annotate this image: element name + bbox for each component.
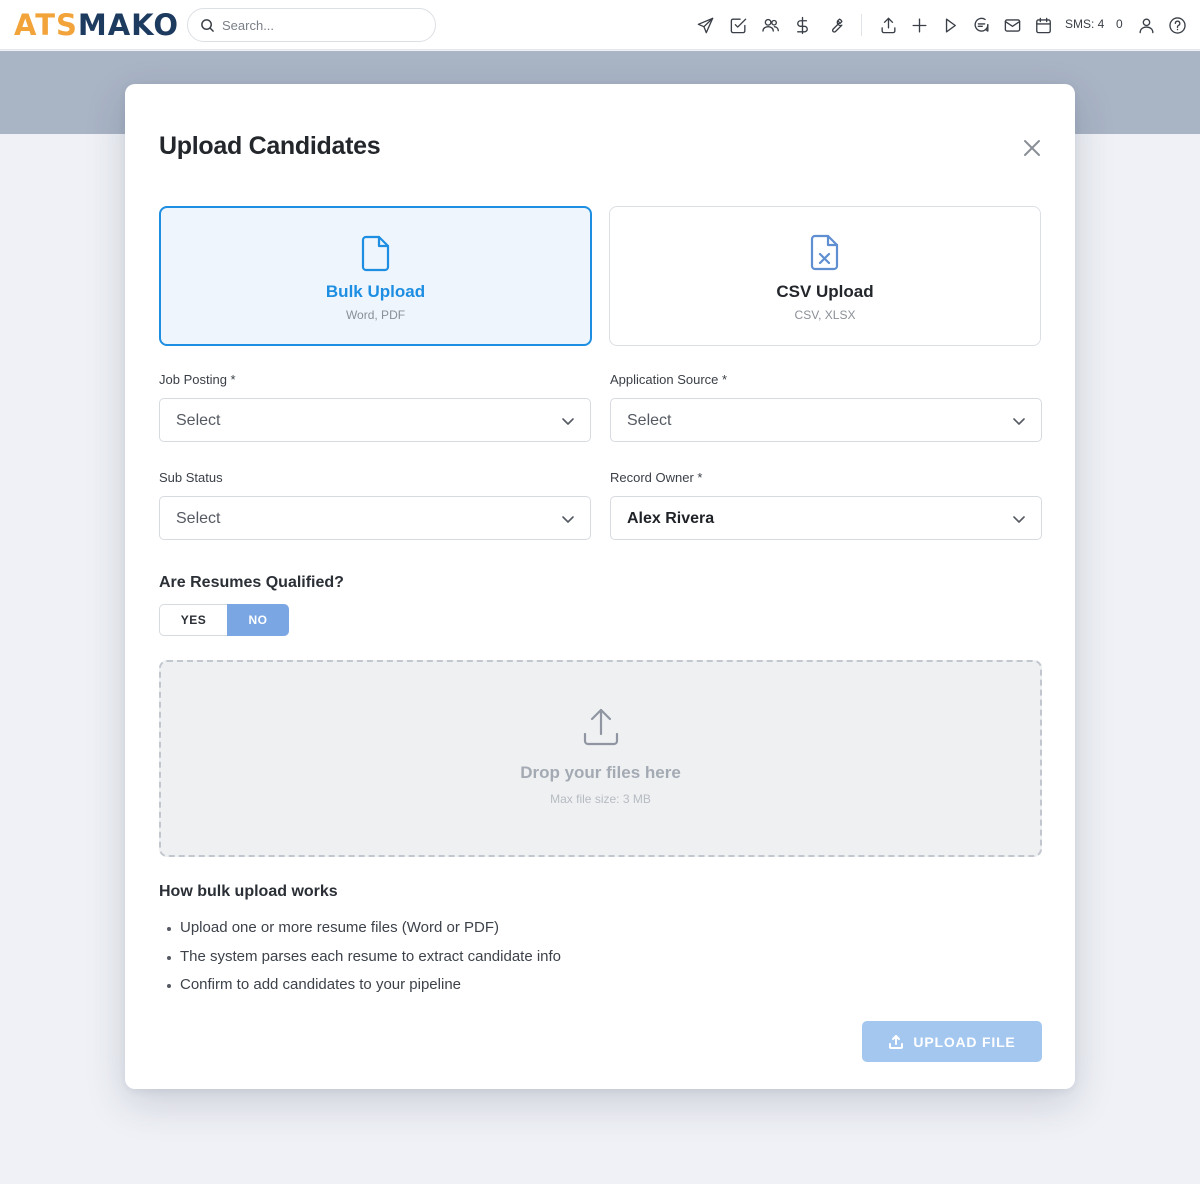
list-item: Confirm to add candidates to your pipeli…	[167, 975, 561, 1004]
csv-upload-option[interactable]: CSV Upload CSV, XLSX	[609, 206, 1041, 346]
send-icon[interactable]	[694, 14, 716, 36]
file-dropzone[interactable]: Drop your files here Max file size: 3 MB	[159, 660, 1042, 857]
bulk-upload-formats: Word, PDF	[345, 308, 406, 322]
chevron-down-icon	[1011, 511, 1027, 527]
csv-upload-formats: CSV, XLSX	[794, 308, 856, 322]
dropzone-title: Drop your files here	[520, 763, 681, 782]
modal-title: Upload Candidates	[159, 132, 381, 160]
job-posting-select[interactable]: Select	[159, 398, 591, 442]
task-check-icon[interactable]	[727, 14, 749, 36]
application-source-label: Application Source *	[610, 372, 728, 387]
record-owner-select[interactable]: Alex Rivera	[610, 496, 1042, 540]
bulk-upload-title: Bulk Upload	[325, 282, 426, 301]
qualified-no-button[interactable]: NO	[227, 604, 289, 636]
file-icon	[358, 233, 394, 273]
dropzone-max-size: Max file size: 3 MB	[550, 792, 651, 806]
help-icon[interactable]	[1166, 14, 1188, 36]
job-posting-value: Select	[176, 412, 221, 429]
upload-candidates-modal: Upload Candidates Bulk Upload Word, PDF …	[125, 84, 1075, 1089]
sub-status-label: Sub Status	[159, 470, 223, 485]
csv-upload-title: CSV Upload	[776, 282, 874, 301]
dollar-icon[interactable]	[791, 14, 813, 36]
users-icon[interactable]	[759, 14, 781, 36]
upload-icon[interactable]	[877, 14, 899, 36]
how-it-works-title: How bulk upload works	[159, 883, 338, 900]
wrench-icon[interactable]	[824, 14, 846, 36]
application-source-select[interactable]: Select	[610, 398, 1042, 442]
top-navigation-bar: ATSMAKO Search... SMS: 4 0	[0, 0, 1200, 50]
record-owner-value: Alex Rivera	[627, 510, 715, 527]
close-icon	[1024, 140, 1040, 156]
notification-count[interactable]: 0	[1116, 17, 1123, 31]
application-source-value: Select	[627, 412, 672, 429]
resumes-qualified-question: Are Resumes Qualified?	[159, 574, 344, 591]
upload-icon	[581, 708, 621, 748]
upload-icon	[889, 1034, 904, 1049]
sub-status-select[interactable]: Select	[159, 496, 591, 540]
toolbar-divider	[861, 14, 862, 36]
user-icon[interactable]	[1135, 14, 1157, 36]
list-item: Upload one or more resume files (Word or…	[167, 918, 561, 947]
play-icon[interactable]	[939, 14, 961, 36]
sub-status-value: Select	[176, 510, 221, 527]
chevron-down-icon	[560, 511, 576, 527]
close-button[interactable]	[1021, 137, 1043, 159]
calendar-icon[interactable]	[1032, 14, 1054, 36]
list-item: The system parses each resume to extract…	[167, 947, 561, 976]
chevron-down-icon	[560, 413, 576, 429]
qualified-toggle: YES NO	[159, 604, 289, 636]
upload-file-label: UPLOAD FILE	[913, 1033, 1016, 1050]
plus-icon[interactable]	[908, 14, 930, 36]
record-owner-label: Record Owner *	[610, 470, 703, 485]
chevron-down-icon	[1011, 413, 1027, 429]
qualified-yes-button[interactable]: YES	[159, 604, 227, 636]
job-posting-label: Job Posting *	[159, 372, 236, 387]
upload-file-button[interactable]: UPLOAD FILE	[862, 1021, 1042, 1062]
bulk-upload-option[interactable]: Bulk Upload Word, PDF	[159, 206, 592, 346]
sms-counter[interactable]: SMS: 4	[1065, 17, 1104, 31]
how-it-works-list: Upload one or more resume files (Word or…	[167, 918, 561, 1004]
mail-icon[interactable]	[1001, 14, 1023, 36]
spreadsheet-file-icon	[807, 232, 843, 272]
chat-icon[interactable]	[970, 14, 992, 36]
